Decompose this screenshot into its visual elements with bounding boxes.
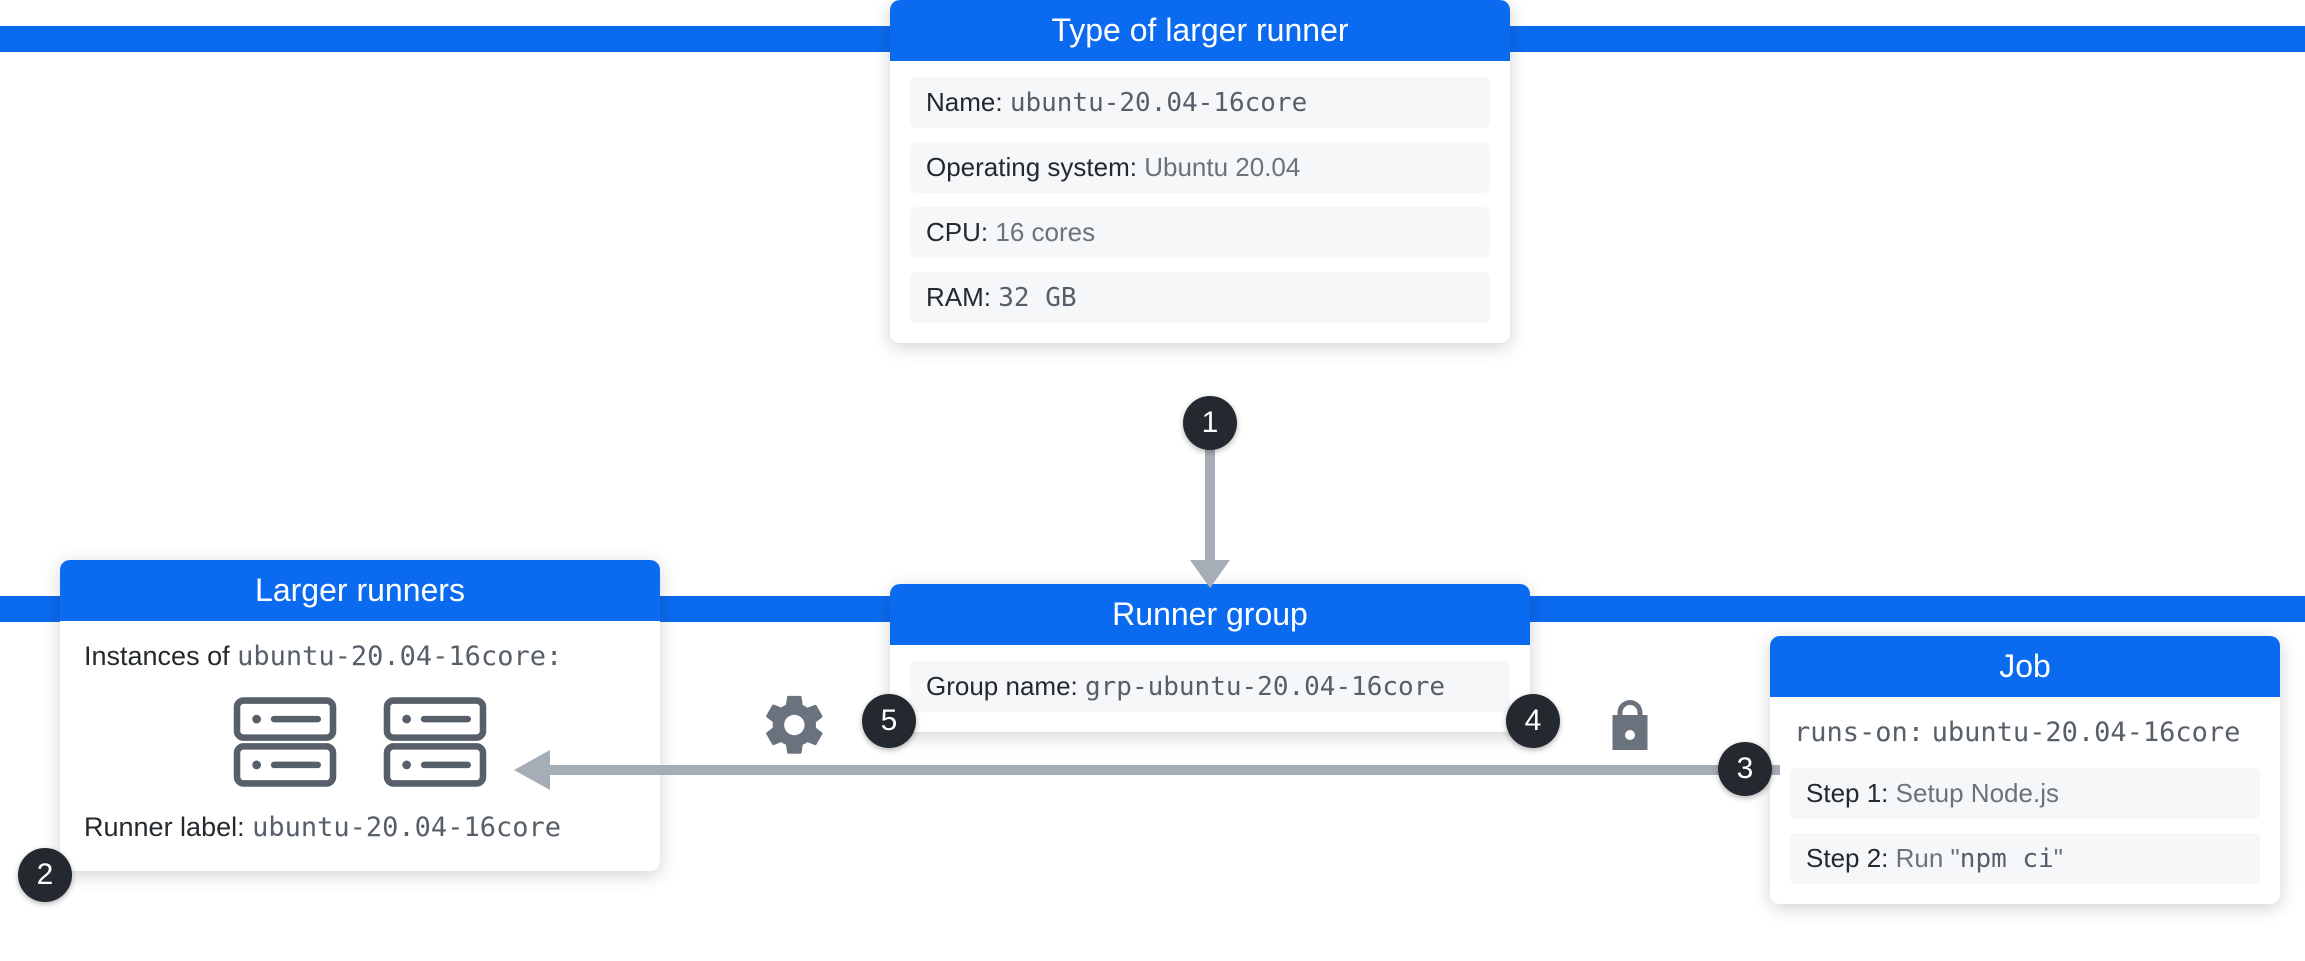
step2-label: Step 2: (1806, 843, 1888, 873)
type-cpu-label: CPU: (926, 217, 988, 247)
arrow-job-to-runners (510, 740, 1780, 800)
runner-group-body: Group name: grp-ubuntu-20.04-16core (890, 645, 1530, 732)
instances-value: ubuntu-20.04-16core: (237, 641, 562, 672)
group-name-label: Group name: (926, 671, 1078, 701)
group-name-field: Group name: grp-ubuntu-20.04-16core (910, 661, 1510, 712)
runner-group-title: Runner group (890, 584, 1530, 645)
runner-label-line: Runner label: ubuntu-20.04-16core (80, 808, 640, 851)
step1-field: Step 1: Setup Node.js (1790, 768, 2260, 819)
type-ram-value: 32 GB (998, 283, 1076, 313)
type-name-field: Name: ubuntu-20.04-16core (910, 77, 1490, 128)
type-ram-field: RAM: 32 GB (910, 272, 1490, 323)
type-cpu-value: 16 cores (995, 217, 1095, 247)
badge-3: 3 (1718, 742, 1772, 796)
job-card-body: runs-on: ubuntu-20.04-16core Step 1: Set… (1770, 697, 2280, 904)
step2-field: Step 2: Run "npm ci" (1790, 833, 2260, 884)
job-card-title: Job (1770, 636, 2280, 697)
step2-suffix: " (2054, 843, 2063, 873)
runner-group-card: Runner group Group name: grp-ubuntu-20.0… (890, 584, 1530, 732)
step2-prefix: Run " (1896, 843, 1960, 873)
runner-label-value: ubuntu-20.04-16core (252, 812, 561, 843)
runs-on-value: ubuntu-20.04-16core (1932, 717, 2241, 748)
job-card: Job runs-on: ubuntu-20.04-16core Step 1:… (1770, 636, 2280, 904)
step1-value: Setup Node.js (1896, 778, 2059, 808)
step1-label: Step 1: (1806, 778, 1888, 808)
badge-5: 5 (862, 694, 916, 748)
runner-label-label: Runner label: (84, 812, 245, 842)
type-os-value: Ubuntu 20.04 (1144, 152, 1300, 182)
type-name-label: Name: (926, 87, 1003, 117)
type-card: Type of larger runner Name: ubuntu-20.04… (890, 0, 1510, 343)
type-cpu-field: CPU: 16 cores (910, 207, 1490, 258)
larger-runners-title: Larger runners (60, 560, 660, 621)
badge-1: 1 (1183, 396, 1237, 450)
runs-on-line: runs-on: ubuntu-20.04-16core (1790, 713, 2260, 756)
runs-on-label: runs-on: (1794, 717, 1924, 748)
type-card-title: Type of larger runner (890, 0, 1510, 61)
badge-2: 2 (18, 848, 72, 902)
larger-runners-card: Larger runners Instances of ubuntu-20.04… (60, 560, 660, 871)
type-card-body: Name: ubuntu-20.04-16core Operating syst… (890, 61, 1510, 343)
badge-4: 4 (1506, 694, 1560, 748)
type-ram-label: RAM: (926, 282, 991, 312)
step2-mono: npm ci (1960, 844, 2054, 874)
server-icon (230, 694, 340, 790)
type-os-label: Operating system: (926, 152, 1137, 182)
type-name-value: ubuntu-20.04-16core (1010, 88, 1307, 118)
type-os-field: Operating system: Ubuntu 20.04 (910, 142, 1490, 193)
server-icon (380, 694, 490, 790)
instances-line: Instances of ubuntu-20.04-16core: (80, 637, 640, 680)
instances-label: Instances of (84, 641, 230, 671)
group-name-value: grp-ubuntu-20.04-16core (1085, 672, 1445, 702)
